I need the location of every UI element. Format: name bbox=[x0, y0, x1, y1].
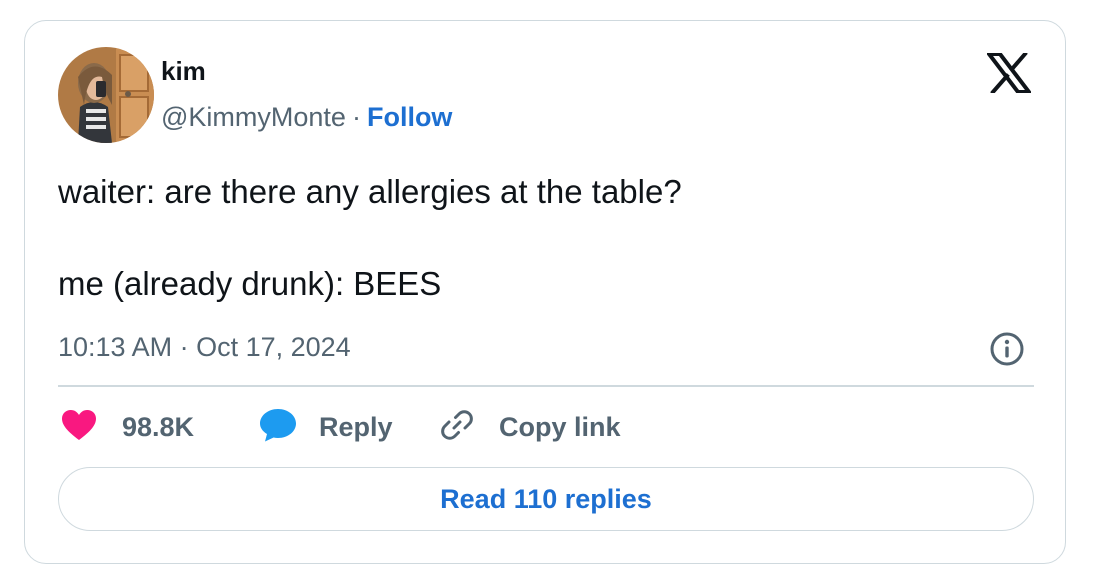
reply-label: Reply bbox=[319, 412, 393, 442]
reply-button[interactable]: Reply bbox=[259, 405, 393, 449]
info-icon[interactable] bbox=[989, 331, 1025, 367]
heart-icon bbox=[61, 409, 97, 446]
avatar[interactable] bbox=[58, 47, 154, 143]
copy-link-label: Copy link bbox=[499, 412, 621, 442]
tweet-card: kim @KimmyMonte · Follow waiter: are there… bbox=[24, 20, 1066, 564]
tweet-text: waiter: are there any allergies at the t… bbox=[58, 169, 1018, 307]
like-count: 98.8K bbox=[122, 412, 195, 442]
read-replies-button[interactable]: Read 110 replies bbox=[58, 467, 1034, 531]
author-handle[interactable]: @KimmyMonte bbox=[161, 102, 346, 132]
meta-separator: · bbox=[351, 102, 361, 132]
tweet-line: me (already drunk): BEES bbox=[58, 265, 442, 302]
follow-button[interactable]: Follow bbox=[367, 102, 452, 132]
read-replies-label: Read 110 replies bbox=[440, 483, 652, 514]
author-name[interactable]: kim bbox=[161, 53, 206, 89]
tweet-line: waiter: are there any allergies at the t… bbox=[58, 173, 682, 210]
tweet-timestamp[interactable]: 10:13 AM · Oct 17, 2024 bbox=[58, 329, 351, 365]
link-icon bbox=[439, 407, 475, 448]
like-button[interactable]: 98.8K bbox=[61, 405, 194, 449]
copy-link-button[interactable]: Copy link bbox=[439, 405, 621, 449]
divider bbox=[58, 385, 1034, 387]
speech-bubble-icon bbox=[259, 408, 297, 447]
author-meta: @KimmyMonte · Follow bbox=[161, 99, 452, 135]
x-logo-icon[interactable] bbox=[984, 51, 1034, 95]
